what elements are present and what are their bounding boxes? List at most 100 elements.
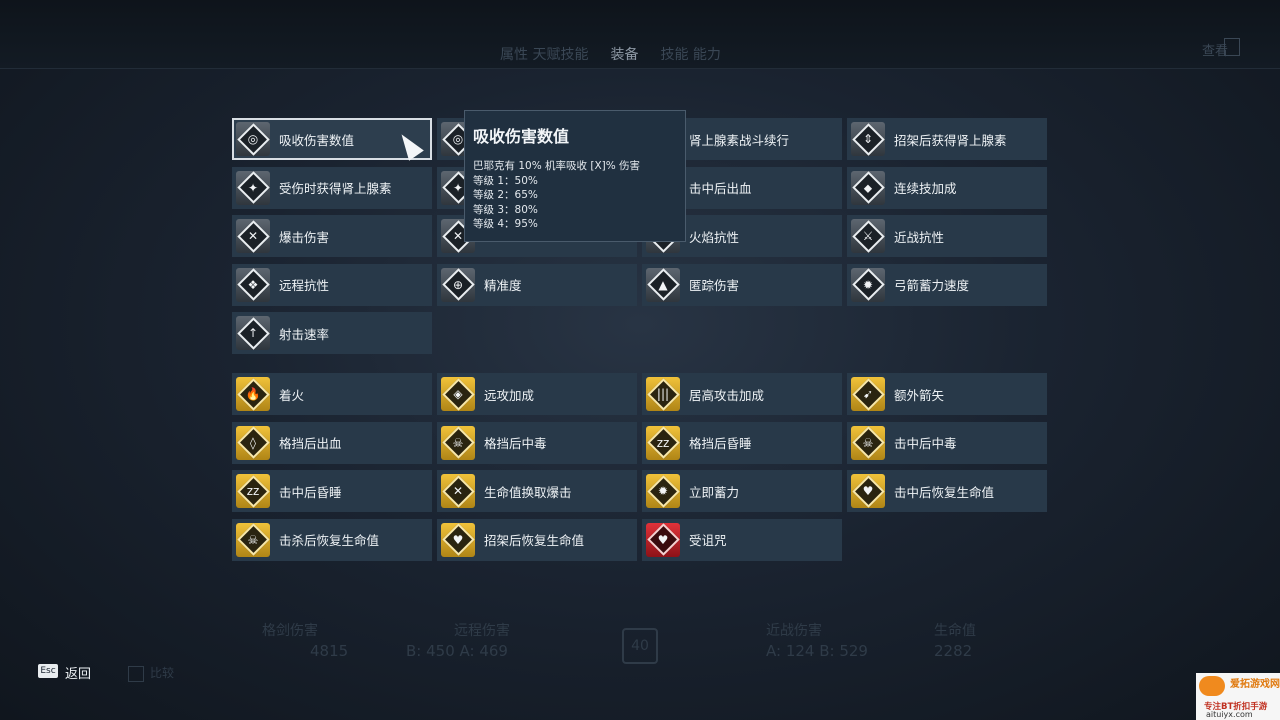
block-bleed-icon: ◊	[236, 425, 270, 460]
perk-label: 击中后昏睡	[279, 484, 342, 500]
perk-cell[interactable]: ▲ 匿踪伤害	[642, 263, 842, 306]
perk-label: 击中后出血	[689, 181, 752, 196]
critical-damage-icon: ✕	[236, 219, 270, 253]
perk-cell[interactable]: zz 格挡后昏睡	[642, 421, 842, 464]
melee-resist-icon: ⚔	[851, 219, 885, 253]
perk-label: 连续技加成	[894, 181, 957, 196]
perk-label: 吸收伤害数值	[279, 132, 355, 148]
perk-tooltip: 吸收伤害数值 巴耶克有 10% 机率吸收 [X]% 伤害 等级 1：50% 等级…	[464, 110, 686, 242]
perk-label: 格挡后中毒	[484, 436, 547, 451]
perk-cell[interactable]: ⊕ 精准度	[437, 263, 637, 306]
mascot-icon	[1199, 676, 1225, 696]
stat-label: 格剑伤害	[262, 623, 318, 639]
perk-label: 远程抗性	[279, 278, 330, 293]
perk-cell[interactable]: ✹ 立即蓄力	[642, 470, 842, 512]
perk-label: 招架后获得肾上腺素	[894, 132, 1007, 148]
ranged-bonus-icon: ◈	[441, 377, 475, 411]
hit-heal-icon: ♥	[851, 474, 885, 508]
compare-button[interactable]: 比较	[128, 664, 174, 682]
hit-sleep-icon: zz	[236, 474, 270, 508]
esc-key-icon[interactable]: Esc	[38, 664, 58, 678]
hit-poison-icon: ☠	[851, 425, 885, 460]
perk-label: 立即蓄力	[689, 484, 740, 500]
stat-label: 近战伤害	[766, 623, 822, 639]
tooltip-description: 巴耶克有 10% 机率吸收 [X]% 伤害	[473, 160, 641, 172]
perk-label: 受伤时获得肾上腺素	[279, 181, 392, 196]
perk-cell[interactable]: ⇕ 招架后获得肾上腺素	[847, 118, 1047, 160]
combo-bonus-icon: ⬥	[851, 170, 885, 205]
perk-cell[interactable]: ↑ 射击速率	[232, 312, 432, 354]
perk-cell[interactable]: ♥ 受诅咒	[642, 518, 842, 561]
stat-value: B: 450 A: 469	[406, 642, 508, 660]
ranged-resist-icon: ❖	[236, 267, 270, 302]
stat-value: 2282	[934, 642, 973, 660]
parry-heal-icon: ♥	[441, 522, 475, 557]
perk-label: 射击速率	[279, 326, 330, 342]
perk-cell[interactable]: ✹ 弓箭蓄力速度	[847, 263, 1047, 306]
key-icon	[128, 665, 144, 682]
perk-label: 弓箭蓄力速度	[894, 278, 970, 293]
back-button[interactable]: 返回	[65, 663, 91, 682]
tab-equipment[interactable]: 装备	[610, 44, 638, 64]
perk-cell[interactable]: ❖ 远程抗性	[232, 263, 432, 306]
perk-cell[interactable]: ➹ 额外箭矢	[847, 373, 1047, 415]
tooltip-level: 等级 3：80%	[473, 203, 538, 216]
perk-cell[interactable]: ✕ 生命值换取爆击	[437, 470, 637, 512]
player-level-badge: 40	[622, 628, 658, 664]
ignite-icon: 🔥	[236, 377, 270, 411]
stat-health: 生命值 2282	[934, 620, 976, 660]
perk-label: 远攻加成	[484, 387, 535, 403]
watermark-title: 爱拓游戏网	[1230, 679, 1280, 690]
perk-cell[interactable]: zz 击中后昏睡	[232, 470, 432, 512]
hurt-adrenaline-icon: ✦	[236, 170, 270, 205]
kill-heal-icon: ☠	[236, 522, 270, 557]
extra-arrows-icon: ➹	[851, 377, 885, 411]
tooltip-level: 等级 1：50%	[473, 174, 538, 187]
perk-cell[interactable]: ♥ 击中后恢复生命值	[847, 470, 1047, 512]
health-for-crit-icon: ✕	[441, 474, 475, 508]
perk-label: 精准度	[484, 278, 522, 293]
perk-cell[interactable]: ✕ 爆击伤害	[232, 215, 432, 257]
perk-label: 爆击伤害	[279, 229, 330, 245]
compare-label: 比较	[150, 666, 175, 680]
stat-melee-damage: 近战伤害 A: 124 B: 529	[766, 620, 868, 660]
tooltip-level: 等级 4：95%	[473, 218, 538, 230]
perk-label: 受诅咒	[689, 533, 727, 548]
block-poison-icon: ☠	[441, 425, 475, 460]
perk-cell[interactable]: 🔥 着火	[232, 373, 432, 415]
parry-adrenaline-icon: ⇕	[851, 122, 885, 156]
block-sleep-icon: zz	[646, 425, 680, 460]
stat-sword-damage: 格剑伤害 4815	[262, 620, 348, 660]
perk-cell[interactable]: ||| 居高攻击加成	[642, 373, 842, 415]
tab-next[interactable]: 技能 能力	[660, 44, 720, 64]
stat-label: 远程伤害	[454, 623, 510, 639]
fire-rate-icon: ↑	[236, 316, 270, 350]
stat-value: 4815	[310, 642, 349, 660]
tab-prev[interactable]: 属性 天赋技能	[500, 44, 588, 64]
perk-cell[interactable]: ✦ 受伤时获得肾上腺素	[232, 166, 432, 209]
perk-cell[interactable]: ☠ 击杀后恢复生命值	[232, 518, 432, 561]
absorb-damage-icon: ◎	[236, 122, 270, 156]
stat-label: 生命值	[934, 623, 976, 639]
perk-cell[interactable]: ☠ 击中后中毒	[847, 421, 1047, 464]
perk-cell[interactable]: ◈ 远攻加成	[437, 373, 637, 415]
perk-cell[interactable]: ☠ 格挡后中毒	[437, 421, 637, 464]
perk-label: 居高攻击加成	[689, 387, 765, 403]
perk-label: 招架后恢复生命值	[484, 533, 585, 548]
perk-label: 匿踪伤害	[689, 278, 740, 293]
perk-label: 格挡后出血	[279, 436, 342, 451]
instant-charge-icon: ✹	[646, 474, 680, 508]
perk-label: 额外箭矢	[894, 387, 945, 403]
tooltip-level: 等级 2：65%	[473, 189, 538, 201]
top-right-icon[interactable]	[1224, 38, 1240, 56]
watermark-url: aituiyx.com	[1206, 710, 1253, 719]
perk-cell[interactable]: ◊ 格挡后出血	[232, 421, 432, 464]
perk-cell[interactable]: ⬥ 连续技加成	[847, 166, 1047, 209]
perk-label: 火焰抗性	[689, 229, 740, 245]
perk-cell[interactable]: ♥ 招架后恢复生命值	[437, 518, 637, 561]
stat-value: A: 124 B: 529	[766, 642, 868, 660]
perk-cell[interactable]: ⚔ 近战抗性	[847, 215, 1047, 257]
stealth-damage-icon: ▲	[646, 267, 680, 302]
perk-label: 近战抗性	[894, 229, 945, 245]
precision-icon: ⊕	[441, 267, 475, 302]
